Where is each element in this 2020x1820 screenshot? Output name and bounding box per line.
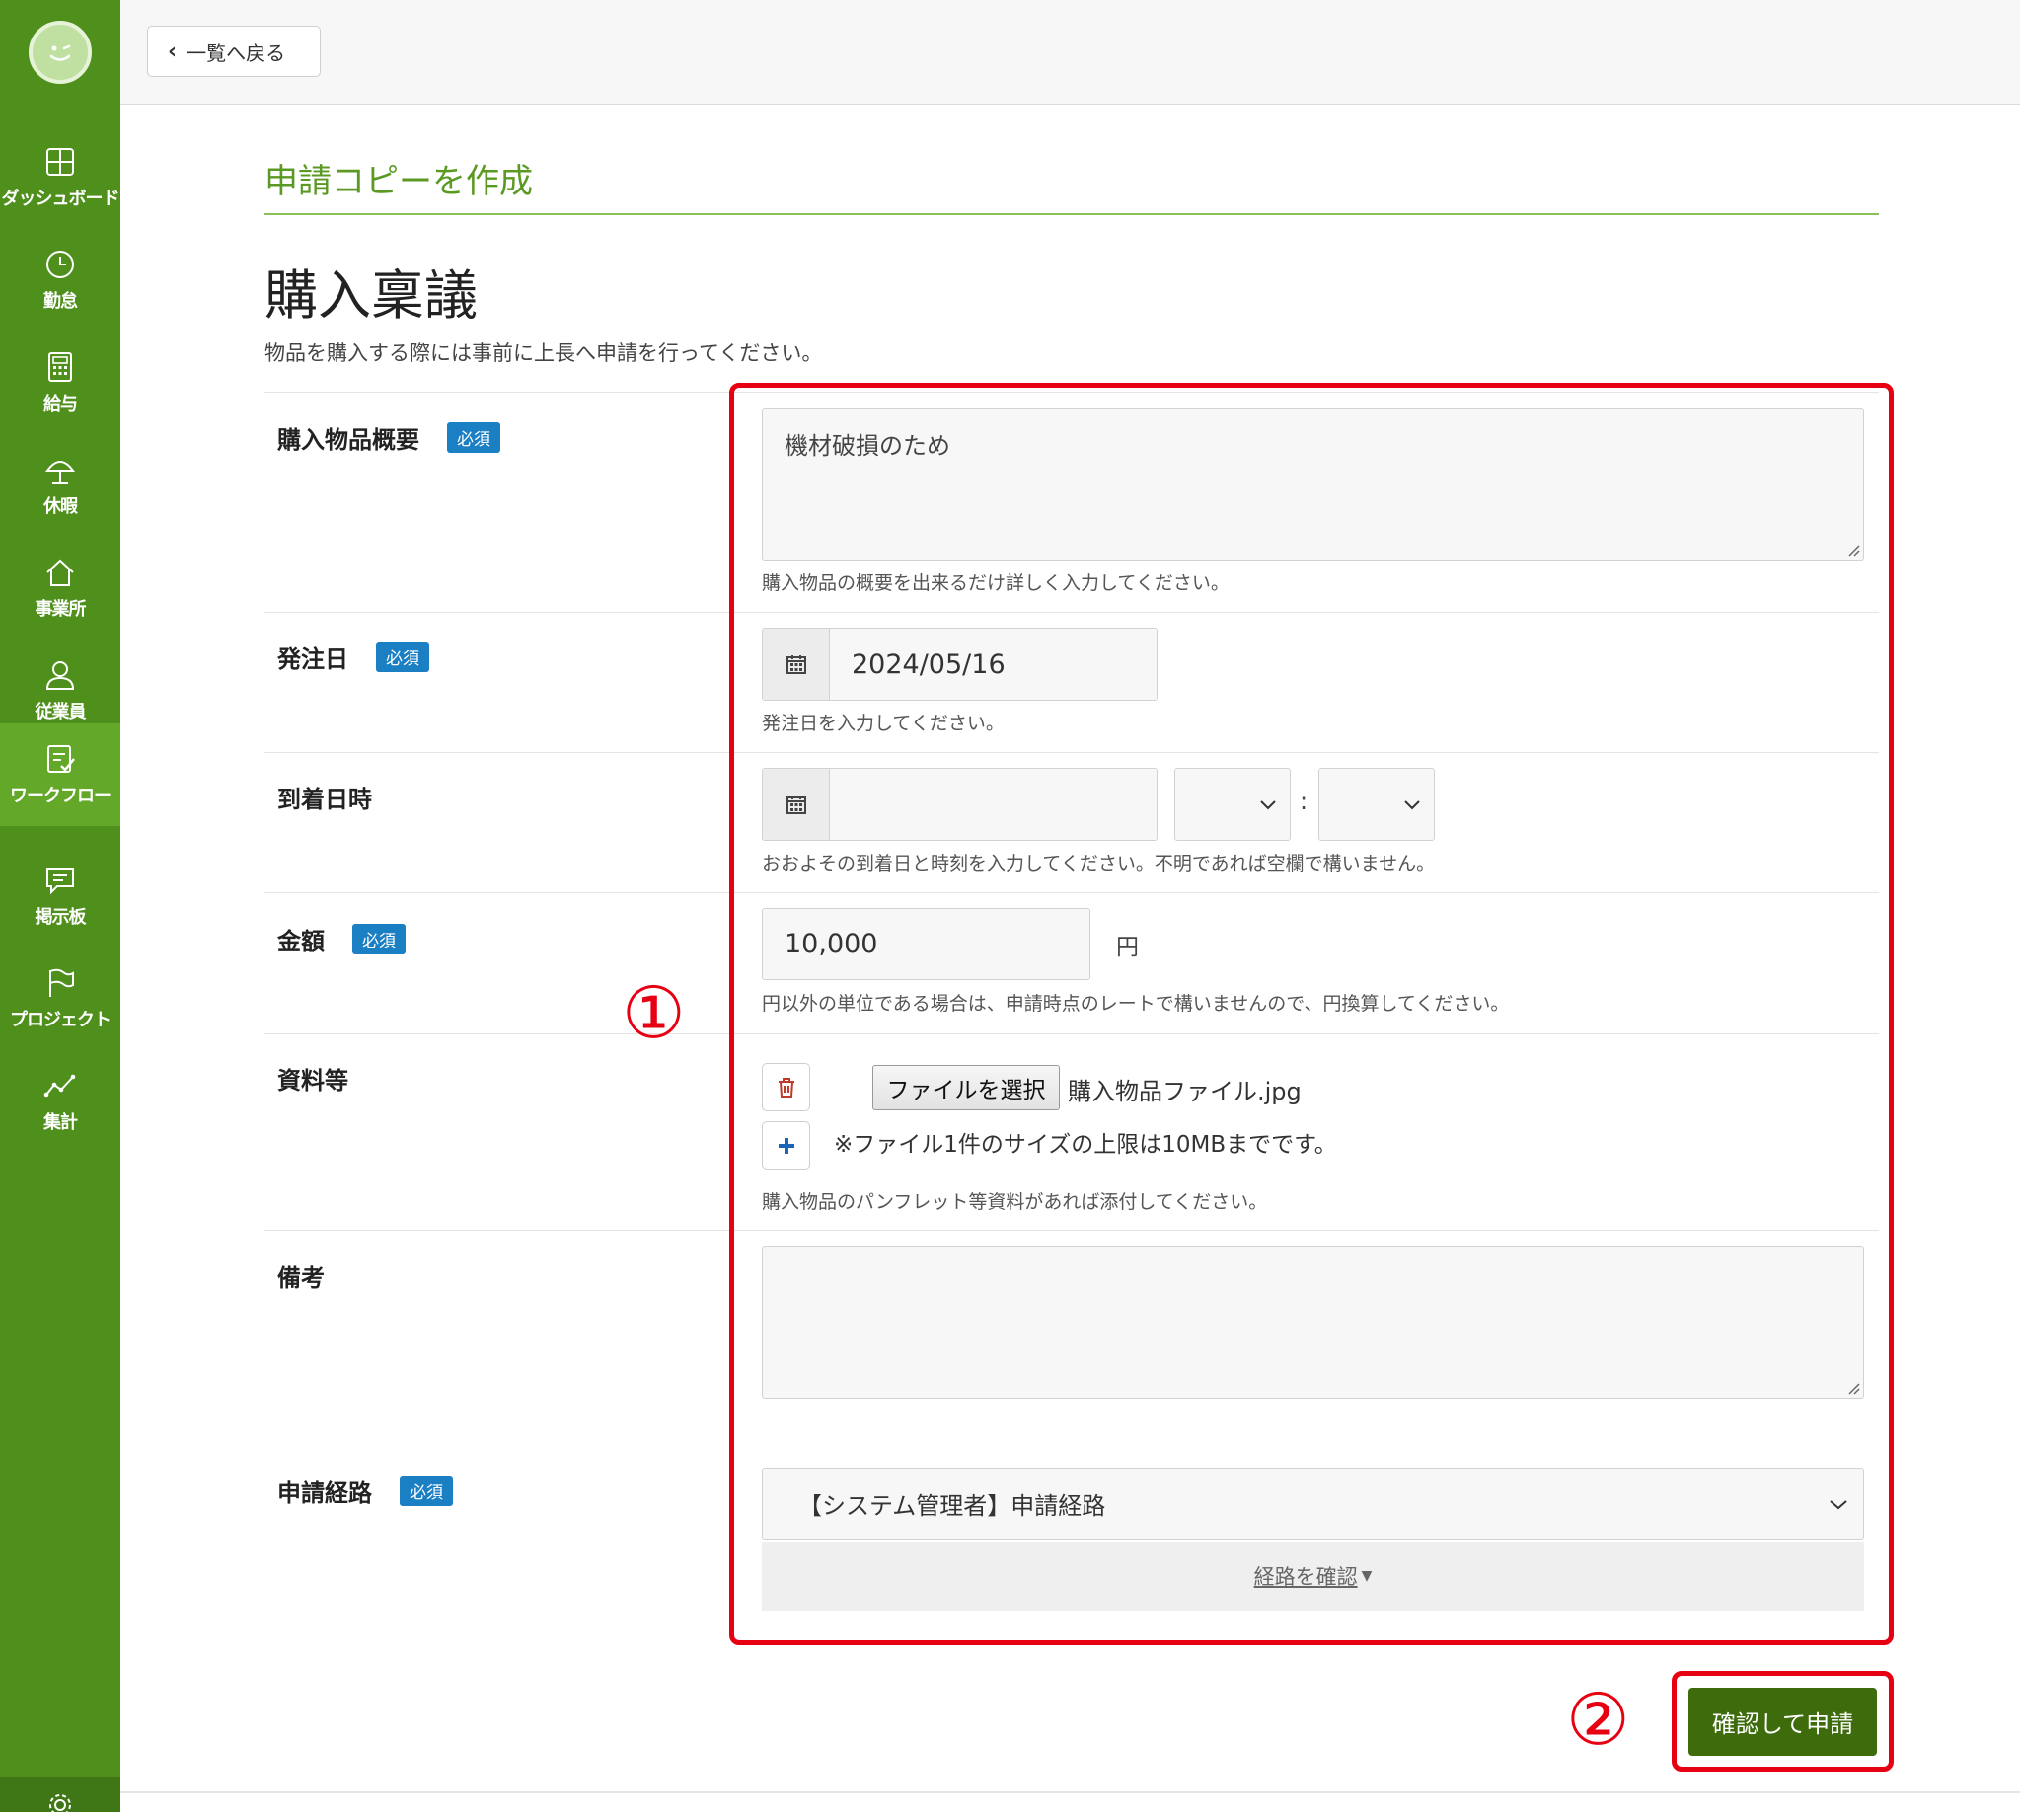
required-badge: 必須: [400, 1476, 453, 1506]
sidebar-item-board[interactable]: 掲示板: [0, 845, 120, 948]
sidebar-item-payroll[interactable]: 給与: [0, 332, 120, 434]
sidebar-item-label: ダッシュボード: [1, 189, 120, 209]
form-description: 物品を購入する際には事前に上長へ申請を行ってください。: [264, 341, 823, 365]
amount-label: 金額 必須: [277, 922, 406, 956]
required-badge: 必須: [447, 422, 500, 453]
home-icon: [46, 559, 74, 586]
sidebar-item-label: 勤怠: [43, 291, 78, 312]
annotation-box-1: [729, 383, 1894, 1645]
smiley-icon: [49, 44, 71, 61]
attachments-label: 資料等: [277, 1061, 348, 1096]
gear-icon: [49, 1794, 71, 1816]
sidebar-item-label: 休暇: [43, 496, 78, 517]
sidebar-item-workflow[interactable]: ワークフロー: [0, 723, 120, 826]
sidebar-settings[interactable]: [0, 1777, 120, 1816]
sidebar-item-label: ワークフロー: [10, 786, 112, 806]
chat-icon: [46, 868, 74, 895]
order-date-label-text: 発注日: [277, 645, 348, 673]
form-title: 購入稟議: [264, 265, 478, 327]
back-to-list-button[interactable]: ‹ 一覧へ戻る: [147, 26, 321, 77]
amount-label-text: 金額: [277, 928, 325, 955]
user-icon: [45, 661, 75, 690]
annotation-number-1: ①: [622, 971, 686, 1054]
annotation-number-2: ②: [1566, 1678, 1630, 1761]
required-badge: 必須: [376, 642, 429, 672]
route-label: 申請経路 必須: [277, 1474, 453, 1508]
required-badge: 必須: [352, 924, 406, 954]
clock-icon: [46, 251, 74, 278]
line-chart-icon: [43, 1074, 76, 1098]
sidebar-item-attendance[interactable]: 勤怠: [0, 229, 120, 332]
sidebar-item-label: プロジェクト: [10, 1010, 112, 1030]
dashboard-icon: [46, 148, 74, 176]
calculator-icon: [48, 352, 72, 382]
title-divider: [264, 213, 1879, 215]
sidebar-item-label: 給与: [43, 394, 78, 415]
sidebar-item-label: 掲示板: [35, 907, 87, 928]
sidebar-item-label: 事業所: [35, 599, 87, 620]
sidebar-item-label: 集計: [43, 1112, 78, 1133]
sidebar-item-office[interactable]: 事業所: [0, 537, 120, 640]
sidebar: ダッシュボード 勤怠 給与 休暇 事業所 従業員 ワークフロー 掲示板 プロジェ…: [0, 0, 120, 1816]
remarks-label-text: 備考: [277, 1264, 325, 1292]
top-bar: ‹ 一覧へ戻る: [120, 0, 2020, 105]
summary-label: 購入物品概要 必須: [277, 420, 500, 455]
sidebar-item-label: 従業員: [35, 702, 87, 722]
smiley-logo-icon[interactable]: [29, 21, 92, 84]
arrival-label: 到着日時: [277, 780, 372, 814]
sidebar-item-leave[interactable]: 休暇: [0, 434, 120, 537]
checklist-icon: [47, 745, 75, 773]
attachments-label-text: 資料等: [277, 1067, 348, 1095]
sidebar-item-project[interactable]: プロジェクト: [0, 948, 120, 1050]
annotation-box-2: [1672, 1671, 1894, 1772]
route-label-text: 申請経路: [277, 1479, 372, 1507]
sidebar-item-dashboard[interactable]: ダッシュボード: [0, 126, 120, 229]
arrival-label-text: 到着日時: [277, 786, 372, 813]
page-title: 申請コピーを作成: [264, 162, 533, 201]
chevron-left-icon: ‹: [168, 38, 178, 64]
summary-label-text: 購入物品概要: [277, 426, 419, 454]
order-date-label: 発注日 必須: [277, 640, 429, 674]
footer-divider: [120, 1791, 2020, 1793]
flag-icon: [49, 968, 74, 997]
sidebar-item-reports[interactable]: 集計: [0, 1050, 120, 1153]
umbrella-icon: [45, 461, 75, 484]
remarks-label: 備考: [277, 1258, 325, 1293]
back-button-label: 一覧へ戻る: [187, 40, 286, 65]
